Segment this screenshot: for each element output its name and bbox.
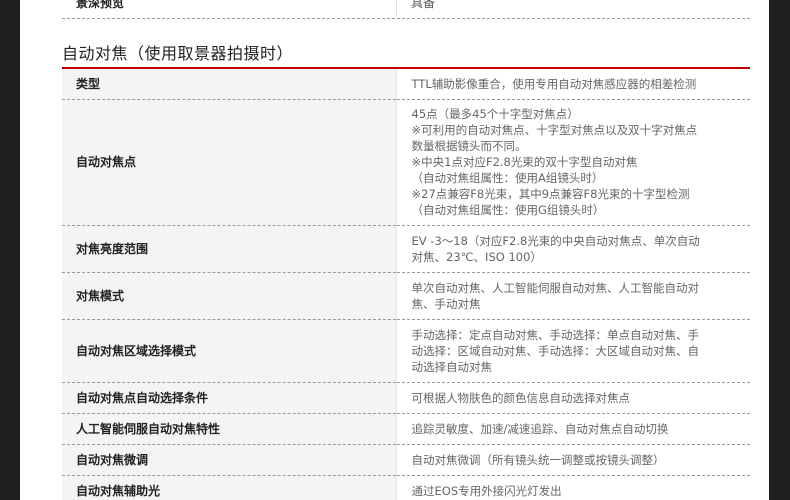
spec-label: 自动对焦区域选择模式 [62,319,396,383]
spec-value: EV -3～18（对应F2.8光束的中央自动对焦点、单次自动 对焦、23℃、ISO… [395,225,750,273]
spec-value: 可根据人物肤色的颜色信息自动选择对焦点 [395,382,750,414]
spec-value: 单次自动对焦、人工智能伺服自动对焦、人工智能自动对 焦、手动对焦 [395,272,750,320]
spec-row: 自动对焦辅助光 通过EOS专用外接闪光灯发出 [62,475,750,500]
spec-value-line: 追踪灵敏度、加速/减速追踪、自动对焦点自动切换 [411,421,669,436]
spec-label: 对焦模式 [62,272,396,320]
spec-label: 自动对焦点自动选择条件 [62,382,396,414]
spec-value: 手动选择：定点自动对焦、手动选择：单点自动对焦、手 动选择：区域自动对焦、手动选择… [395,319,750,383]
spec-value-line: ※27点兼容F8光束，其中9点兼容F8光束的十字型检测 [411,187,690,201]
column-divider [396,0,397,18]
spec-value-line: ※可利用的自动对焦点、十字型对焦点以及双十字对焦点 [411,123,698,137]
spec-value-line: 焦、手动对焦 [411,296,481,311]
spec-value-line: （自动对焦组属性：使用A组镜头时） [411,171,604,185]
spec-label: 人工智能伺服自动对焦特性 [62,413,396,445]
spec-value-line: 动选择：区域自动对焦、手动选择：大区域自动对焦、自 [411,343,700,358]
spec-value-line: TTL辅助影像重合，使用专用自动对焦感应器的相差检测 [411,76,697,91]
spec-value-line: 可根据人物肤色的颜色信息自动选择对焦点 [411,390,631,405]
spec-row: 对焦模式 单次自动对焦、人工智能伺服自动对焦、人工智能自动对 焦、手动对焦 [62,272,750,320]
spec-value-line: 45点（最多45个十字型对焦点） [411,107,579,121]
spec-value-line: 数量根据镜头而不同。 [411,139,527,153]
spec-value: 自动对焦微调（所有镜头统一调整或按镜头调整） [395,444,750,476]
spec-label: 自动对焦辅助光 [62,475,396,500]
spec-value: 具备 [411,0,436,10]
spec-value-line: 自动对焦微调（所有镜头统一调整或按镜头调整） [411,452,665,467]
spec-value: 通过EOS专用外接闪光灯发出 [395,475,750,500]
spec-label: 景深预览 [76,0,125,10]
spec-value: TTL辅助影像重合，使用专用自动对焦感应器的相差检测 [395,69,750,100]
spec-value-line: 动选择自动对焦 [411,359,493,374]
spec-row: 自动对焦区域选择模式 手动选择：定点自动对焦、手动选择：单点自动对焦、手 动选择：区… [62,319,750,383]
spec-label: 对焦亮度范围 [62,225,396,273]
spec-label: 自动对焦点 [62,99,396,226]
spec-table: 类型 TTL辅助影像重合，使用专用自动对焦感应器的相差检测 自动对焦点 45点（最多4… [62,69,750,500]
spec-row: 自动对焦微调 自动对焦微调（所有镜头统一调整或按镜头调整） [62,444,750,476]
spec-value: 45点（最多45个十字型对焦点） ※可利用的自动对焦点、十字型对焦点以及双十字对焦… [395,99,750,226]
spec-row-depth-of-field-preview: 景深预览 具备 [62,0,750,19]
spec-label: 自动对焦微调 [62,444,396,476]
spec-value-line: EV -3～18（对应F2.8光束的中央自动对焦点、单次自动 [411,233,700,248]
spec-row: 人工智能伺服自动对焦特性 追踪灵敏度、加速/减速追踪、自动对焦点自动切换 [62,413,750,445]
spec-row: 自动对焦点自动选择条件 可根据人物肤色的颜色信息自动选择对焦点 [62,382,750,414]
spec-value-line: ※中央1点对应F2.8光束的双十字型自动对焦 [411,155,638,169]
spec-row: 自动对焦点 45点（最多45个十字型对焦点） ※可利用的自动对焦点、十字型对焦点以及… [62,99,750,226]
section-title: 自动对焦（使用取景器拍摄时） [62,44,294,63]
spec-row: 类型 TTL辅助影像重合，使用专用自动对焦感应器的相差检测 [62,69,750,100]
spec-value-line: （自动对焦组属性：使用G组镜头时） [411,203,605,217]
spec-value: 追踪灵敏度、加速/减速追踪、自动对焦点自动切换 [395,413,750,445]
spec-label: 类型 [62,69,396,100]
spec-value-line: 通过EOS专用外接闪光灯发出 [411,483,562,498]
spec-value-line: 手动选择：定点自动对焦、手动选择：单点自动对焦、手 [411,327,700,342]
spec-sheet: 景深预览 具备 自动对焦（使用取景器拍摄时） 类型 TTL辅助影像重合，使用专用自… [20,0,769,500]
spec-row: 对焦亮度范围 EV -3～18（对应F2.8光束的中央自动对焦点、单次自动 对焦、2… [62,225,750,273]
spec-value-line: 单次自动对焦、人工智能伺服自动对焦、人工智能自动对 [411,280,700,295]
spec-value-line: 对焦、23℃、ISO 100） [411,249,542,264]
